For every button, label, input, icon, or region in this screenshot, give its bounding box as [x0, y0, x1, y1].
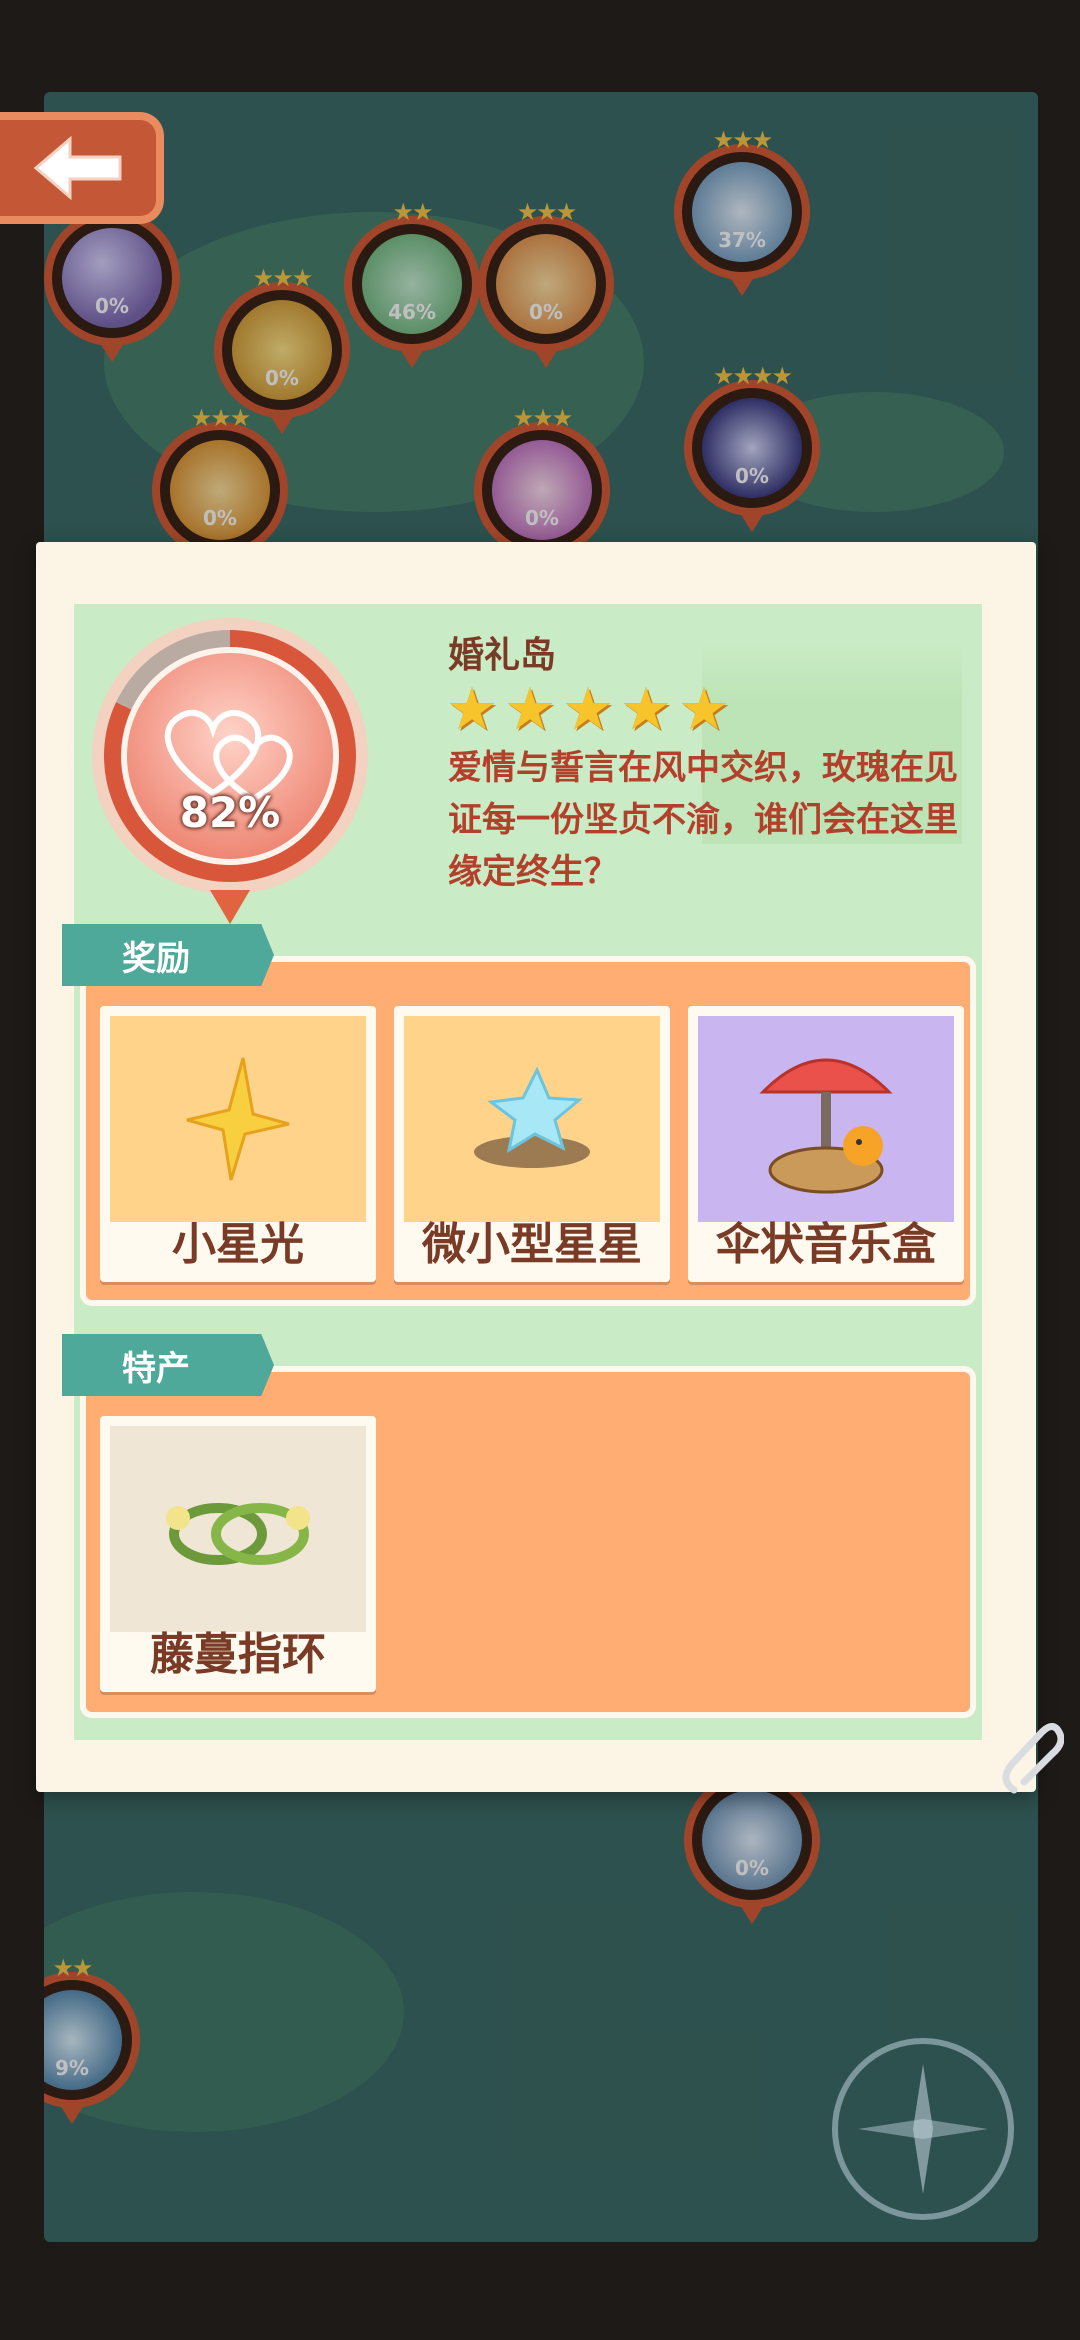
reward-image [110, 1016, 366, 1222]
reward-label: 伞状音乐盒 [716, 1219, 936, 1270]
star-icon: ★ [504, 675, 556, 743]
island-description: 爱情与誓言在风中交织，玫瑰在见证每一份坚贞不渝，谁们会在这里缘定终生？ [448, 748, 958, 892]
star-icon: ★ [620, 675, 672, 743]
specialty-label: 藤蔓指环 [150, 1629, 326, 1680]
reward-image [698, 1016, 954, 1222]
specialty-card[interactable]: 藤蔓指环 [100, 1416, 376, 1692]
reward-card[interactable]: 小星光 [100, 1006, 376, 1282]
progress-ring: 82% [104, 630, 356, 882]
island-stars: ★ ★ ★ ★ ★ [446, 680, 730, 738]
island-progress-text: 82% [179, 788, 281, 837]
back-button[interactable] [0, 112, 164, 224]
island-progress-badge: 82% [92, 618, 368, 894]
star-sparkle-icon [186, 1057, 290, 1181]
rewards-tab: 奖励 [62, 924, 274, 986]
rewards-box: 小星光 微小型星星 伞状音乐盒 [80, 956, 976, 1306]
reward-label: 微小型星星 [422, 1219, 642, 1270]
star-icon: ★ [562, 675, 614, 743]
specialty-box: 藤蔓指环 [80, 1366, 976, 1718]
umbrella-music-box-icon [759, 1058, 893, 1194]
star-icon: ★ [446, 675, 498, 743]
island-icon: 82% [121, 647, 339, 865]
arrow-left-icon [33, 135, 122, 201]
reward-card[interactable]: 伞状音乐盒 [688, 1006, 964, 1282]
reward-image [404, 1016, 660, 1222]
compass-icon[interactable] [832, 2038, 1014, 2220]
blue-star-icon [474, 1066, 590, 1168]
island-title: 婚礼岛 [448, 635, 557, 676]
paperclip-icon [994, 1720, 1065, 1804]
specialty-image [110, 1426, 366, 1632]
star-icon: ★ [678, 675, 730, 743]
reward-card[interactable]: 微小型星星 [394, 1006, 670, 1282]
vine-ring-icon [166, 1503, 310, 1565]
specialty-tab: 特产 [62, 1334, 274, 1396]
reward-label: 小星光 [172, 1219, 304, 1270]
